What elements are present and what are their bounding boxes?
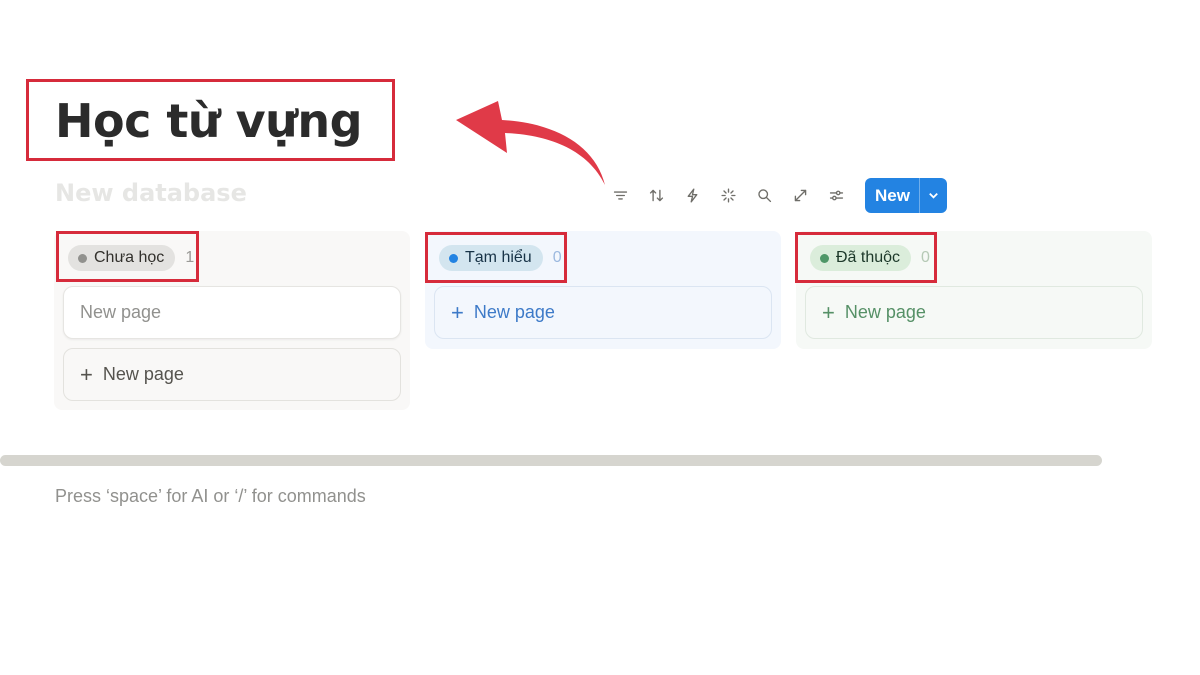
expand-icon[interactable] bbox=[782, 181, 818, 211]
add-page-label: New page bbox=[102, 364, 184, 384]
new-button-label[interactable]: New bbox=[865, 178, 919, 213]
database-toolbar: New bbox=[602, 178, 947, 213]
header-highlight-box bbox=[425, 232, 567, 283]
chevron-down-icon[interactable] bbox=[918, 178, 947, 213]
ai-icon[interactable] bbox=[710, 181, 746, 211]
add-page-label: New page bbox=[473, 302, 555, 322]
annotation-arrow bbox=[456, 101, 605, 185]
database-title[interactable]: New database bbox=[55, 179, 247, 207]
add-page-button[interactable]: + New page bbox=[63, 348, 401, 401]
plus-icon: + bbox=[822, 299, 835, 325]
add-page-button[interactable]: + New page bbox=[805, 286, 1143, 339]
header-highlight-box bbox=[56, 231, 199, 282]
sort-icon[interactable] bbox=[638, 181, 674, 211]
new-button[interactable]: New bbox=[865, 178, 947, 213]
plus-icon: + bbox=[451, 299, 464, 325]
board-card[interactable]: New page bbox=[63, 286, 401, 339]
block-placeholder[interactable]: Press ‘space’ for AI or ‘/’ for commands bbox=[55, 486, 366, 507]
header-highlight-box bbox=[795, 232, 937, 283]
title-highlight-box bbox=[26, 79, 395, 161]
card-title: New page bbox=[80, 302, 162, 322]
automation-icon[interactable] bbox=[674, 181, 710, 211]
search-icon[interactable] bbox=[746, 181, 782, 211]
add-page-label: New page bbox=[844, 302, 926, 322]
plus-icon: + bbox=[80, 361, 93, 387]
add-page-button[interactable]: + New page bbox=[434, 286, 772, 339]
filter-icon[interactable] bbox=[602, 181, 638, 211]
settings-icon[interactable] bbox=[818, 181, 854, 211]
horizontal-scrollbar[interactable] bbox=[0, 455, 1102, 466]
